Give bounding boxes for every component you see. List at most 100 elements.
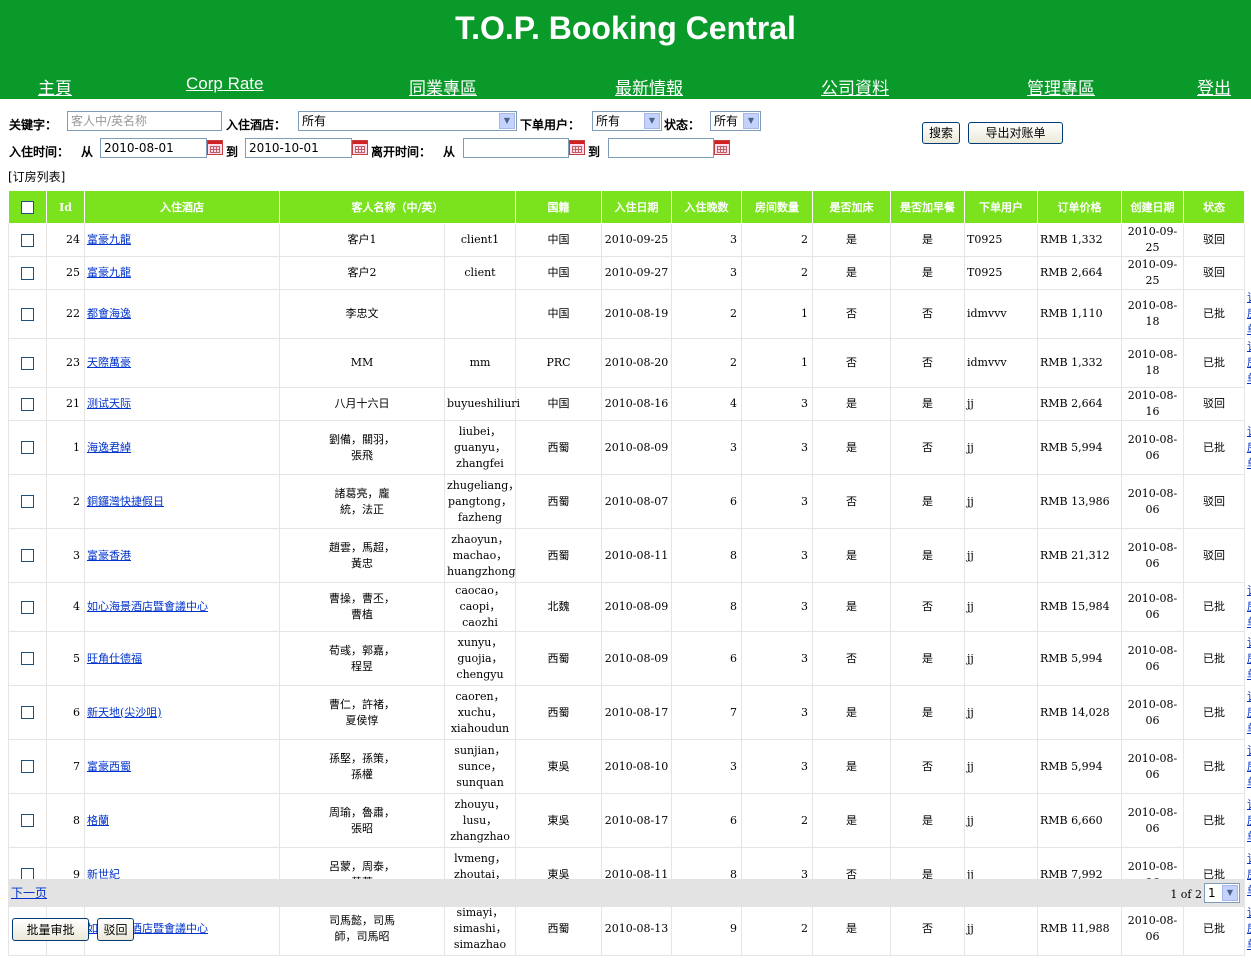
- cell-breakfast: 否: [890, 420, 965, 475]
- guest-en-line: huangzhong: [447, 564, 516, 578]
- hotel-link[interactable]: 銅鑼灣快捷假日: [87, 495, 164, 508]
- row-checkbox[interactable]: [21, 266, 34, 280]
- batch-approve-button[interactable]: 批量审批: [12, 918, 89, 941]
- select-all-checkbox[interactable]: [21, 200, 34, 214]
- row-checkbox[interactable]: [21, 233, 34, 247]
- guest-en-line: caoren，: [455, 689, 505, 703]
- row-checkbox[interactable]: [21, 441, 34, 454]
- cell-rooms: 2: [741, 256, 813, 290]
- cell-user: jj: [964, 387, 1038, 421]
- cell-status: 已批: [1183, 685, 1245, 740]
- cell-extra-bed: 是: [812, 901, 891, 956]
- hotel-link[interactable]: 如心海景酒店暨會議中心: [87, 600, 208, 613]
- row-select-cell: [8, 474, 47, 529]
- hotel-link[interactable]: 富豪九龍: [87, 233, 131, 246]
- checkin-to-input[interactable]: 2010-10-01: [245, 138, 352, 158]
- checkout-from-input[interactable]: [463, 138, 569, 158]
- keyword-input[interactable]: 客人中/英名称: [67, 111, 222, 131]
- checkin-from-input[interactable]: 2010-08-01: [100, 138, 207, 158]
- cell-breakfast: 否: [890, 739, 965, 794]
- cell-user: jj: [964, 739, 1038, 794]
- cell-checkin-date: 2010-09-25: [601, 223, 672, 257]
- booking-form-link[interactable]: 订房单: [1247, 291, 1251, 336]
- row-checkbox[interactable]: [21, 495, 34, 508]
- row-checkbox[interactable]: [21, 814, 34, 827]
- cell-checkin-date: 2010-08-16: [601, 387, 672, 421]
- guest-en-line: zhangfei: [456, 456, 504, 470]
- cell-price: RMB 21,312: [1037, 528, 1122, 583]
- cell-guest-cn: 李忠文: [279, 289, 445, 339]
- hotel-link[interactable]: 天際萬豪: [87, 356, 131, 369]
- cell-breakfast: 是: [890, 631, 965, 686]
- row-checkbox[interactable]: [21, 652, 34, 665]
- guest-cn-line: 孫權: [351, 767, 373, 781]
- row-checkbox[interactable]: [21, 549, 34, 562]
- hotel-link[interactable]: 旺角仕德福: [87, 652, 142, 665]
- status-select[interactable]: 所有 ▼: [710, 111, 761, 131]
- cell-nights: 4: [671, 387, 742, 421]
- table-row: 4 如心海景酒店暨會議中心 曹操，曹丕， 曹植 caocao， caopi，caozhi 北…: [8, 582, 1251, 632]
- booking-form-link[interactable]: 订房单: [1247, 798, 1251, 843]
- hotel-link[interactable]: 测试天际: [87, 397, 131, 410]
- row-select-cell: [8, 420, 47, 475]
- booking-form-link[interactable]: 订房单: [1247, 584, 1251, 629]
- booking-form-link[interactable]: 订房单: [1247, 852, 1251, 897]
- cell-user: jj: [964, 582, 1038, 632]
- cell-extra-bed: 是: [812, 256, 891, 290]
- cell-extra-bed: 是: [812, 793, 891, 848]
- hotel-link[interactable]: 海逸君綽: [87, 441, 131, 454]
- nav-home[interactable]: 主頁: [38, 74, 72, 99]
- hotel-link[interactable]: 新天地(尖沙咀): [87, 706, 162, 719]
- row-checkbox[interactable]: [21, 706, 34, 719]
- reject-button[interactable]: 驳回: [97, 918, 134, 941]
- nav-trade-zone[interactable]: 同業專區: [409, 74, 477, 99]
- nav-corp-rate[interactable]: Corp Rate: [186, 74, 263, 94]
- checkout-to-input[interactable]: [608, 138, 714, 158]
- guest-en-line: simashi，: [453, 921, 507, 935]
- cell-rooms: 2: [741, 901, 813, 956]
- calendar-icon[interactable]: [569, 140, 585, 155]
- hotel-select[interactable]: 所有 ▼: [298, 111, 517, 131]
- cell-nights: 3: [671, 223, 742, 257]
- row-checkbox[interactable]: [21, 600, 34, 614]
- guest-en-line: fazheng: [457, 510, 503, 524]
- nav-company-info[interactable]: 公司資料: [821, 74, 889, 99]
- next-page-link[interactable]: 下一页: [11, 884, 47, 901]
- hotel-link[interactable]: 富豪西蜀: [87, 760, 131, 773]
- row-checkbox[interactable]: [21, 356, 34, 370]
- guest-cn-line: 李忠文: [345, 307, 379, 320]
- calendar-icon[interactable]: [714, 140, 730, 155]
- cell-user: T0925: [964, 223, 1038, 257]
- guest-cn-line: 夏侯惇: [345, 713, 379, 727]
- cell-checkin-date: 2010-08-09: [601, 631, 672, 686]
- hotel-link[interactable]: 格蘭: [87, 814, 109, 827]
- export-statement-button[interactable]: 导出对账单: [968, 122, 1063, 144]
- hotel-link[interactable]: 富豪香港: [87, 549, 131, 562]
- nav-news[interactable]: 最新情報: [615, 74, 683, 99]
- cell-checkin-date: 2010-08-17: [601, 793, 672, 848]
- guest-en-line: caopi，caozhi: [459, 600, 501, 629]
- booking-form-link[interactable]: 订房单: [1247, 425, 1251, 470]
- calendar-icon[interactable]: [207, 140, 223, 155]
- user-select[interactable]: 所有 ▼: [592, 111, 662, 131]
- calendar-icon[interactable]: [352, 140, 368, 155]
- search-button[interactable]: 搜索: [922, 122, 960, 144]
- hotel-link[interactable]: 富豪九龍: [87, 266, 131, 279]
- page-select[interactable]: 1 ▼: [1204, 883, 1240, 903]
- cell-guest-en: sunjian， sunce， sunquan: [444, 739, 516, 794]
- cell-nights: 8: [671, 528, 742, 583]
- nav-logout[interactable]: 登出: [1197, 74, 1231, 99]
- cell-nationality: PRC: [515, 338, 602, 388]
- booking-form-link[interactable]: 订房单: [1247, 690, 1251, 735]
- row-checkbox[interactable]: [21, 760, 34, 773]
- booking-form-link[interactable]: 订房单: [1247, 906, 1251, 951]
- row-checkbox[interactable]: [21, 307, 34, 321]
- booking-form-link[interactable]: 订房单: [1247, 636, 1251, 681]
- hotel-link[interactable]: 都會海逸: [87, 307, 131, 320]
- guest-cn-line: 師，司馬昭: [334, 929, 390, 943]
- cell-status: 已批: [1183, 739, 1245, 794]
- booking-form-link[interactable]: 订房单: [1247, 744, 1251, 789]
- nav-admin-zone[interactable]: 管理專區: [1027, 74, 1095, 99]
- row-checkbox[interactable]: [21, 397, 34, 411]
- booking-form-link[interactable]: 订房单: [1247, 340, 1251, 385]
